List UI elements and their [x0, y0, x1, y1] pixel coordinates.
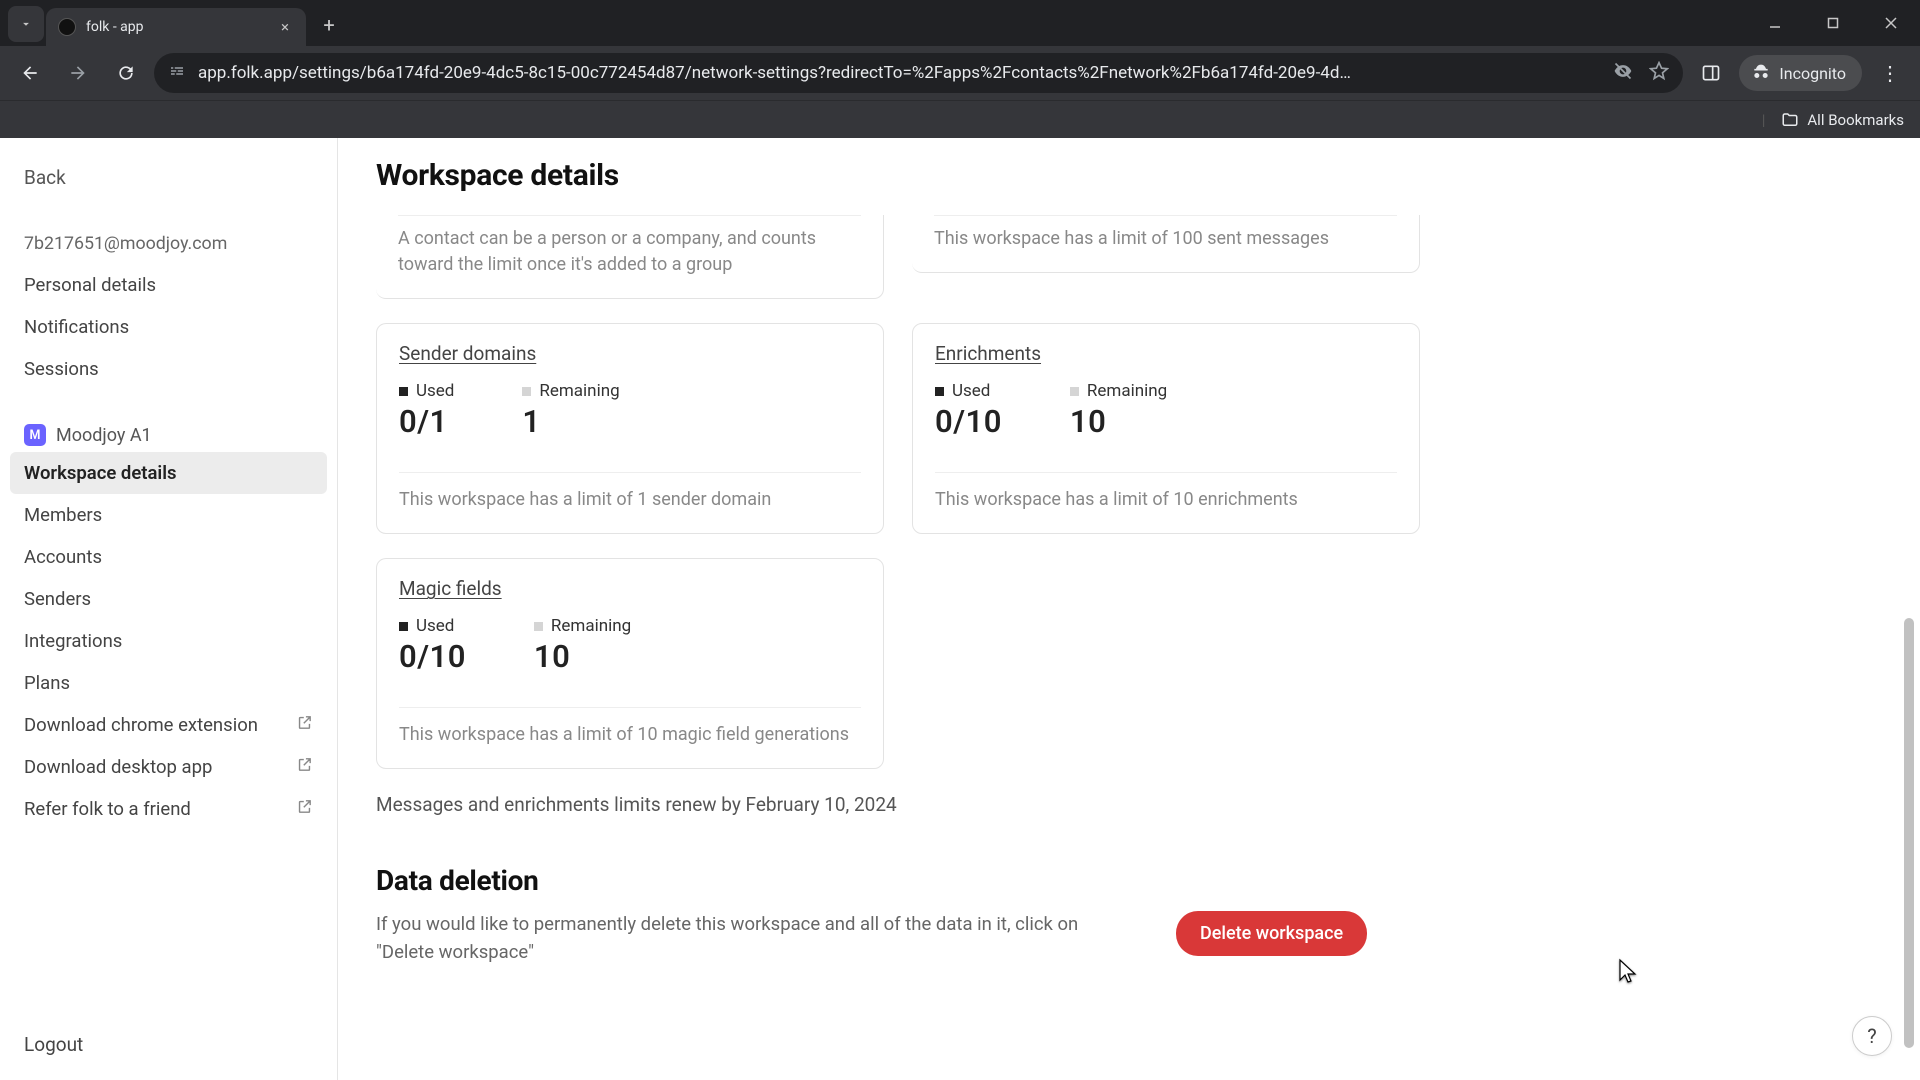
card-magic-fields-title[interactable]: Magic fields — [399, 577, 502, 600]
settings-sidebar: Back 7b217651@moodjoy.com Personal detai… — [0, 138, 338, 1080]
browser-menu-button[interactable]: ⋮ — [1870, 53, 1910, 93]
card-enrichments-title[interactable]: Enrichments — [935, 342, 1041, 365]
remaining-label: Remaining — [1070, 381, 1167, 401]
sidebar-accounts[interactable]: Accounts — [10, 536, 327, 578]
magic-fields-desc: This workspace has a limit of 10 magic f… — [377, 708, 883, 768]
sidebar-notifications[interactable]: Notifications — [10, 306, 327, 348]
used-label: Used — [935, 381, 1002, 401]
folder-icon — [1781, 111, 1799, 129]
nav-forward-button[interactable] — [58, 53, 98, 93]
sidebar-workspace-details[interactable]: Workspace details — [10, 452, 327, 494]
bookmarks-bar: | All Bookmarks — [0, 100, 1920, 138]
eye-off-icon[interactable] — [1613, 61, 1633, 86]
nav-reload-button[interactable] — [106, 53, 146, 93]
nav-back-button[interactable] — [10, 53, 50, 93]
external-link-icon — [296, 714, 313, 736]
side-panel-icon[interactable] — [1691, 53, 1731, 93]
delete-workspace-button[interactable]: Delete workspace — [1176, 911, 1367, 956]
browser-tab[interactable]: folk - app × — [46, 8, 306, 46]
chevron-down-icon — [19, 17, 33, 31]
card-sender-domains: Sender domains Used 0/1 Remaining 1 — [376, 323, 884, 534]
tab-close-icon[interactable]: × — [276, 18, 294, 36]
browser-titlebar: folk - app × + — [0, 0, 1920, 46]
sender-domains-remaining: 1 — [522, 403, 619, 440]
incognito-label: Incognito — [1779, 64, 1846, 83]
enrichments-desc: This workspace has a limit of 10 enrichm… — [913, 473, 1419, 533]
used-label: Used — [399, 381, 454, 401]
site-settings-icon[interactable] — [168, 62, 186, 85]
sidebar-sessions[interactable]: Sessions — [10, 348, 327, 390]
magic-fields-remaining: 10 — [534, 638, 631, 675]
sender-domains-desc: This workspace has a limit of 1 sender d… — [377, 473, 883, 533]
remaining-label: Remaining — [522, 381, 619, 401]
remaining-label: Remaining — [534, 616, 631, 636]
window-controls — [1746, 0, 1920, 46]
incognito-chip[interactable]: Incognito — [1739, 55, 1862, 91]
sidebar-back[interactable]: Back — [10, 156, 327, 199]
enrichments-used: 0/10 — [935, 403, 1002, 440]
card-sender-domains-title[interactable]: Sender domains — [399, 342, 536, 365]
tab-favicon — [58, 18, 76, 36]
card-magic-fields: Magic fields Used 0/10 Remaining 10 — [376, 558, 884, 769]
address-bar-url: app.folk.app/settings/b6a174fd-20e9-4dc5… — [198, 63, 1601, 83]
tab-title: folk - app — [86, 19, 266, 35]
window-maximize-button[interactable] — [1804, 0, 1862, 46]
sidebar-integrations[interactable]: Integrations — [10, 620, 327, 662]
sender-domains-used: 0/1 — [399, 403, 454, 440]
enrichments-remaining: 10 — [1070, 403, 1167, 440]
card-messages-desc: This workspace has a limit of 100 sent m… — [912, 216, 1419, 272]
scrollbar[interactable] — [1900, 138, 1918, 1080]
address-bar[interactable]: app.folk.app/settings/b6a174fd-20e9-4dc5… — [154, 53, 1683, 93]
sidebar-workspace-header[interactable]: M Moodjoy A1 — [10, 418, 327, 452]
sidebar-members[interactable]: Members — [10, 494, 327, 536]
sidebar-senders[interactable]: Senders — [10, 578, 327, 620]
tab-search-button[interactable] — [8, 6, 44, 42]
window-close-button[interactable] — [1862, 0, 1920, 46]
used-label: Used — [399, 616, 466, 636]
window-minimize-button[interactable] — [1746, 0, 1804, 46]
card-messages-partial: This workspace has a limit of 100 sent m… — [912, 215, 1420, 273]
magic-fields-used: 0/10 — [399, 638, 466, 675]
data-deletion-title: Data deletion — [376, 864, 1882, 897]
sidebar-chrome-extension[interactable]: Download chrome extension — [10, 704, 327, 746]
help-button[interactable]: ? — [1852, 1016, 1892, 1056]
data-deletion-text: If you would like to permanently delete … — [376, 911, 1136, 967]
card-contacts-partial: A contact can be a person or a company, … — [376, 215, 884, 299]
bookmark-star-icon[interactable] — [1649, 61, 1669, 86]
sidebar-logout[interactable]: Logout — [10, 1023, 327, 1066]
browser-toolbar: app.folk.app/settings/b6a174fd-20e9-4dc5… — [0, 46, 1920, 100]
incognito-icon — [1751, 63, 1771, 83]
card-contacts-desc: A contact can be a person or a company, … — [376, 216, 883, 298]
sidebar-desktop-app[interactable]: Download desktop app — [10, 746, 327, 788]
main-panel: Workspace details A contact can be a per… — [338, 138, 1920, 1080]
external-link-icon — [296, 756, 313, 778]
external-link-icon — [296, 798, 313, 820]
sidebar-plans[interactable]: Plans — [10, 662, 327, 704]
limits-renew-note: Messages and enrichments limits renew by… — [376, 793, 1882, 816]
app-viewport: Back 7b217651@moodjoy.com Personal detai… — [0, 138, 1920, 1080]
workspace-name: Moodjoy A1 — [56, 425, 152, 446]
new-tab-button[interactable]: + — [314, 10, 344, 40]
sidebar-email: 7b217651@moodjoy.com — [10, 233, 327, 264]
workspace-badge: M — [24, 424, 46, 446]
page-title: Workspace details — [338, 138, 1920, 215]
scrollbar-thumb[interactable] — [1904, 618, 1914, 1048]
sidebar-personal-details[interactable]: Personal details — [10, 264, 327, 306]
all-bookmarks-link[interactable]: All Bookmarks — [1807, 111, 1904, 129]
sidebar-refer[interactable]: Refer folk to a friend — [10, 788, 327, 830]
card-enrichments: Enrichments Used 0/10 Remaining 10 — [912, 323, 1420, 534]
